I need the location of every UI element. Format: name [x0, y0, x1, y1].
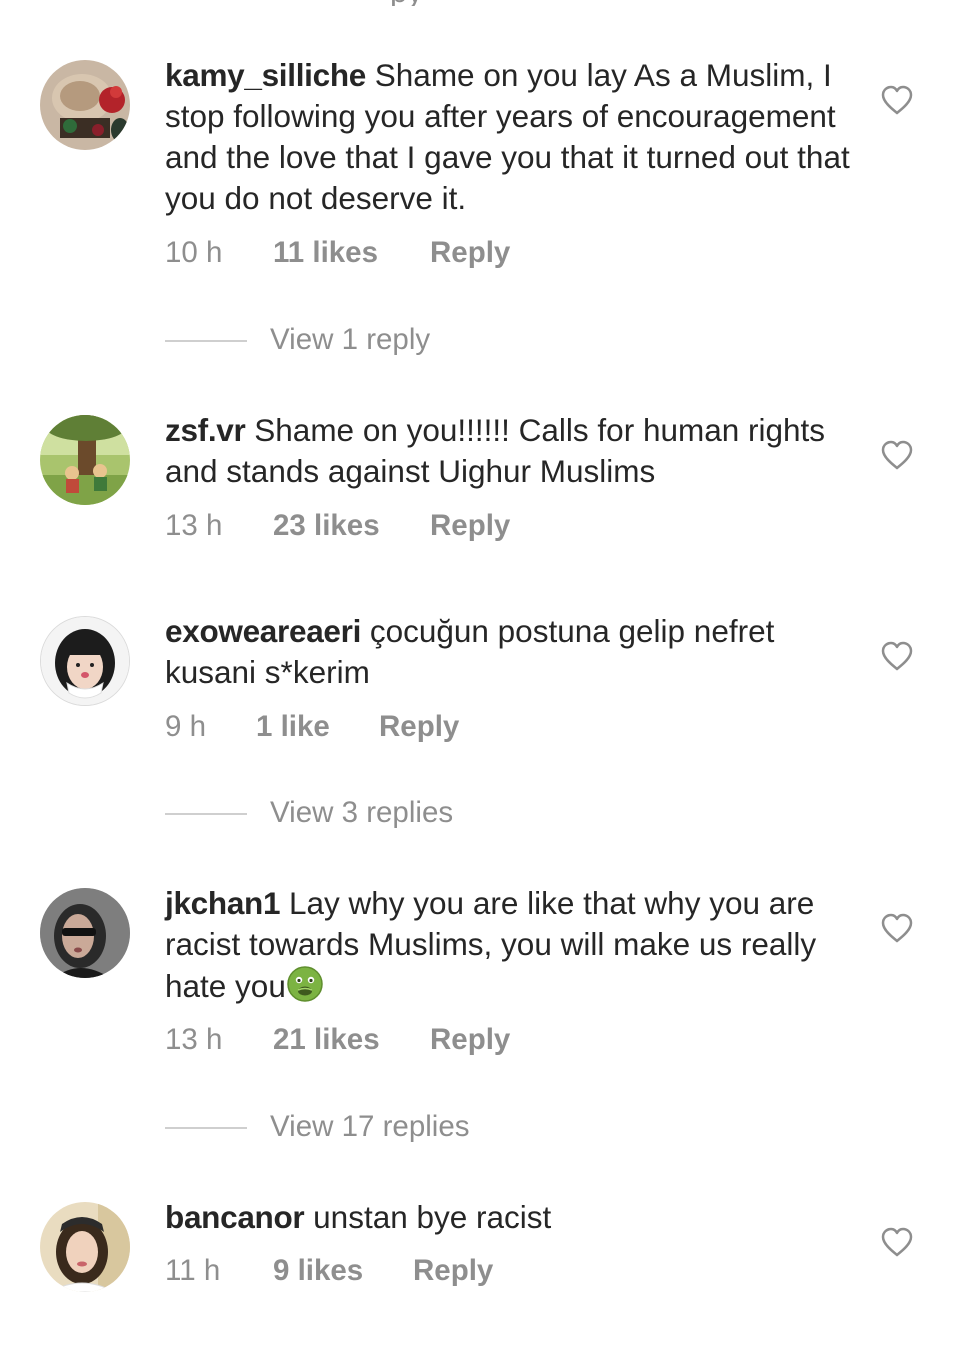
comments-list: py kamy_silliche Shame on you lay As a M… — [0, 0, 968, 1350]
timestamp: 9 h — [165, 710, 207, 743]
reply-button[interactable]: Reply — [379, 707, 459, 747]
comment-text: exoweareaeri çocuğun postuna gelip nefre… — [165, 611, 855, 693]
avatar[interactable] — [40, 1202, 130, 1292]
avatar[interactable] — [40, 888, 130, 978]
avatar[interactable] — [40, 616, 130, 706]
timestamp: 13 h — [165, 509, 223, 542]
comment-body: Shame on you!!!!!! Calls for human right… — [165, 412, 826, 489]
likes-count[interactable]: 9 likes — [273, 1251, 363, 1291]
heart-outline-icon[interactable] — [880, 439, 914, 471]
reply-button[interactable]: Reply — [430, 506, 510, 546]
timestamp: 10 h — [165, 236, 223, 269]
avatar-image — [40, 415, 130, 505]
view-replies-label[interactable]: View 17 replies — [270, 1107, 470, 1147]
username[interactable]: jkchan1 — [165, 885, 281, 921]
avatar-image — [40, 1202, 130, 1292]
avatar[interactable] — [40, 415, 130, 505]
username[interactable]: kamy_silliche — [165, 57, 366, 93]
reply-button[interactable]: Reply — [413, 1251, 493, 1291]
reply-button[interactable]: Reply — [430, 1020, 510, 1060]
comment-text: bancanor unstan bye racist — [165, 1197, 855, 1238]
timestamp: 13 h — [165, 1023, 223, 1056]
cut-off-text: py — [390, 0, 450, 6]
avatar-image — [40, 60, 130, 150]
comment-text: kamy_silliche Shame on you lay As a Musl… — [165, 55, 855, 219]
likes-count[interactable]: 11 likes — [273, 233, 378, 273]
view-replies-label[interactable]: View 3 replies — [270, 793, 453, 833]
likes-count[interactable]: 1 like — [256, 707, 330, 747]
replies-divider — [165, 813, 247, 815]
comment-body: unstan bye racist — [313, 1199, 552, 1235]
heart-outline-icon[interactable] — [880, 640, 914, 672]
comment-text: zsf.vr Shame on you!!!!!! Calls for huma… — [165, 410, 855, 492]
replies-divider — [165, 340, 247, 342]
heart-outline-icon[interactable] — [880, 84, 914, 116]
username[interactable]: bancanor — [165, 1199, 305, 1235]
avatar[interactable] — [40, 60, 130, 150]
heart-outline-icon[interactable] — [880, 1226, 914, 1258]
reply-button[interactable]: Reply — [430, 233, 510, 273]
comment-text: jkchan1 Lay why you are like that why yo… — [165, 883, 855, 1007]
likes-count[interactable]: 21 likes — [273, 1020, 380, 1060]
nauseated-face-emoji — [286, 965, 324, 1003]
username[interactable]: exoweareaeri — [165, 613, 361, 649]
username[interactable]: zsf.vr — [165, 412, 246, 448]
timestamp: 11 h — [165, 1254, 221, 1287]
view-replies-label[interactable]: View 1 reply — [270, 320, 430, 360]
heart-outline-icon[interactable] — [880, 912, 914, 944]
likes-count[interactable]: 23 likes — [273, 506, 380, 546]
avatar-image — [40, 888, 130, 978]
replies-divider — [165, 1127, 247, 1129]
avatar-image — [41, 617, 129, 705]
